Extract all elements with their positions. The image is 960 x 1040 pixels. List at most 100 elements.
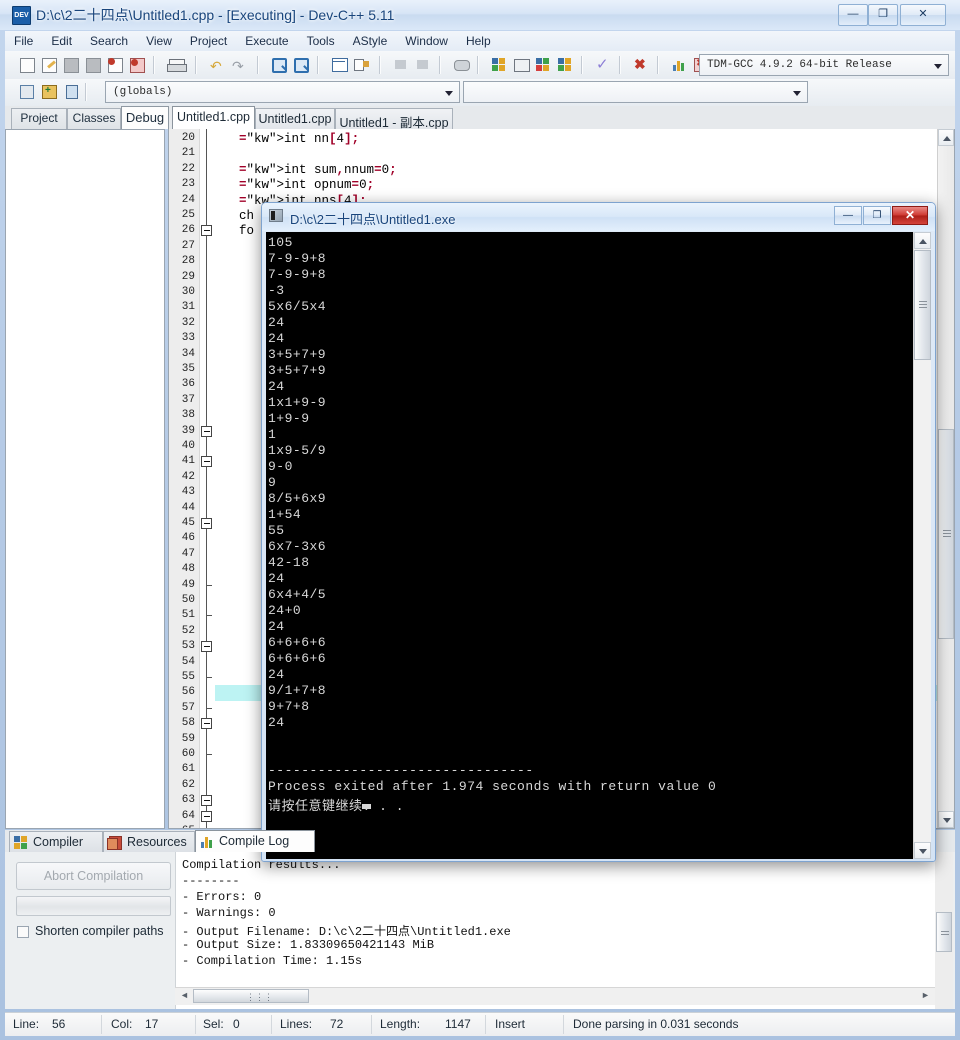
- menu-item-edit[interactable]: Edit: [42, 31, 81, 50]
- menu-item-file[interactable]: File: [5, 31, 42, 50]
- log-horizontal-scrollbar[interactable]: ◄ ⋮⋮⋮ ►: [175, 987, 935, 1005]
- scroll-down-arrow-icon[interactable]: [938, 811, 954, 828]
- replace-button[interactable]: [291, 55, 311, 75]
- code-folding-column[interactable]: [200, 129, 214, 828]
- log-scroll-thumb[interactable]: ⋮⋮⋮: [193, 989, 309, 1003]
- console-minimize-button[interactable]: —: [834, 206, 862, 225]
- console-title: D:\c\2二十四点\Untitled1.exe: [290, 212, 456, 227]
- fold-toggle-icon[interactable]: [201, 425, 212, 437]
- compile-run-button[interactable]: [533, 55, 553, 75]
- status-line-value: 56: [52, 1017, 66, 1031]
- console-scroll-thumb[interactable]: [914, 250, 931, 360]
- fold-toggle-icon[interactable]: [201, 810, 212, 822]
- left-tab-classes[interactable]: Classes: [67, 108, 121, 129]
- goto-line-button[interactable]: [329, 55, 349, 75]
- new-project-button[interactable]: [17, 82, 37, 102]
- console-vertical-scrollbar[interactable]: [913, 232, 931, 859]
- left-tab-debug[interactable]: Debug: [121, 106, 169, 129]
- editor-tab-1[interactable]: Untitled1.cpp: [255, 108, 335, 130]
- report-tab-compile-log[interactable]: Compile Log: [195, 830, 315, 852]
- status-sel-label: Sel:: [203, 1017, 224, 1031]
- line-number: 29: [181, 270, 195, 283]
- class-select[interactable]: [463, 81, 808, 103]
- status-divider: [195, 1015, 196, 1034]
- menu-item-view[interactable]: View: [137, 31, 181, 50]
- compile-log-text[interactable]: Compilation results... -------- - Errors: …: [175, 852, 935, 1009]
- find-button[interactable]: [269, 55, 289, 75]
- report-tab-compiler[interactable]: Compiler: [9, 831, 103, 852]
- back-button[interactable]: [391, 55, 411, 75]
- menu-item-project[interactable]: Project: [181, 31, 236, 50]
- log-scroll-left-arrow-icon[interactable]: ◄: [177, 989, 192, 1003]
- stop-execution-button[interactable]: ✖: [631, 55, 651, 75]
- save-all-button[interactable]: [83, 55, 103, 75]
- log-vscroll-thumb[interactable]: [936, 912, 952, 952]
- log-scroll-right-arrow-icon[interactable]: ►: [918, 989, 933, 1003]
- goto-function-button[interactable]: [351, 55, 371, 75]
- console-window[interactable]: D:\c\2二十四点\Untitled1.exe — ❐ ✕ 105 7-9-9+…: [261, 202, 936, 862]
- minimize-button[interactable]: —: [838, 4, 868, 26]
- console-line: 1: [268, 427, 277, 442]
- fold-toggle-icon[interactable]: [201, 456, 212, 468]
- fold-toggle-icon[interactable]: [201, 518, 212, 529]
- save-file-button[interactable]: [61, 55, 81, 75]
- close-all-button[interactable]: [127, 55, 147, 75]
- syntax-check-button[interactable]: ✓: [593, 55, 613, 75]
- redo-button[interactable]: ↷: [229, 55, 249, 75]
- maximize-button[interactable]: ❐: [868, 4, 898, 26]
- line-number: 36: [181, 378, 195, 391]
- editor-vertical-scrollbar[interactable]: [937, 129, 954, 828]
- add-to-project-button[interactable]: +: [39, 82, 59, 102]
- print-button[interactable]: [165, 55, 187, 75]
- console-scroll-down-icon[interactable]: [914, 842, 931, 859]
- fold-toggle-icon[interactable]: [201, 718, 212, 730]
- editor-tab-2[interactable]: Untitled1 - 副本.cpp: [335, 108, 453, 130]
- left-tab-project[interactable]: Project: [11, 108, 67, 129]
- console-line: 3+5+7+9: [268, 347, 327, 362]
- menu-item-execute[interactable]: Execute: [236, 31, 297, 50]
- menu-item-tools[interactable]: Tools: [298, 31, 344, 50]
- close-file-button[interactable]: [105, 55, 125, 75]
- fold-toggle-icon[interactable]: [201, 225, 212, 237]
- undo-button[interactable]: ↶: [207, 55, 227, 75]
- fold-toggle-icon[interactable]: [201, 641, 212, 653]
- console-close-button[interactable]: ✕: [892, 206, 928, 225]
- rebuild-all-button[interactable]: [555, 55, 575, 75]
- profile-button[interactable]: [669, 55, 689, 75]
- scroll-up-arrow-icon[interactable]: [938, 129, 954, 146]
- menu-item-window[interactable]: Window: [396, 31, 457, 50]
- remove-from-project-button[interactable]: [61, 82, 81, 102]
- forward-button[interactable]: [413, 55, 433, 75]
- editor-scroll-thumb[interactable]: [938, 429, 954, 639]
- report-tab-resources[interactable]: Resources: [103, 831, 195, 852]
- console-line: 24: [268, 619, 285, 634]
- open-file-button[interactable]: [39, 55, 59, 75]
- log-vertical-scrollbar[interactable]: [935, 852, 953, 1009]
- main-toolbar: ↶↷✓✖✖TDM-GCC 4.9.2 64-bit Release: [5, 51, 955, 80]
- chevron-down-icon[interactable]: [445, 91, 453, 96]
- project-panel[interactable]: [5, 129, 165, 829]
- compiler-select[interactable]: TDM-GCC 4.9.2 64-bit Release: [699, 54, 949, 76]
- fold-toggle-icon[interactable]: [201, 795, 212, 807]
- console-output-area[interactable]: 105 7-9-9+8 7-9-9+8 -3 5x6/5x4 24 24 3+5+7+9 3+5…: [266, 232, 917, 859]
- close-button[interactable]: ✕: [900, 4, 946, 26]
- chevron-down-icon[interactable]: [793, 91, 801, 96]
- fold-branch-marker: [207, 754, 212, 755]
- console-maximize-button[interactable]: ❐: [863, 206, 891, 225]
- toggle-panel-button[interactable]: [451, 55, 471, 75]
- console-line: 3+5+7+9: [268, 363, 327, 378]
- console-scroll-up-icon[interactable]: [914, 232, 931, 249]
- new-file-button[interactable]: [17, 55, 37, 75]
- scope-select[interactable]: (globals): [105, 81, 460, 103]
- log-line: --------: [182, 874, 240, 888]
- menu-item-astyle[interactable]: AStyle: [344, 31, 397, 50]
- run-button[interactable]: [511, 55, 531, 75]
- abort-compilation-button[interactable]: Abort Compilation: [16, 862, 171, 890]
- fold-branch-marker: [207, 707, 212, 709]
- editor-tab-0[interactable]: Untitled1.cpp: [172, 106, 255, 129]
- chevron-down-icon[interactable]: [934, 64, 942, 69]
- compile-button[interactable]: [489, 55, 509, 75]
- menu-item-search[interactable]: Search: [81, 31, 137, 50]
- shorten-paths-checkbox[interactable]: [17, 926, 29, 938]
- menu-item-help[interactable]: Help: [457, 31, 500, 50]
